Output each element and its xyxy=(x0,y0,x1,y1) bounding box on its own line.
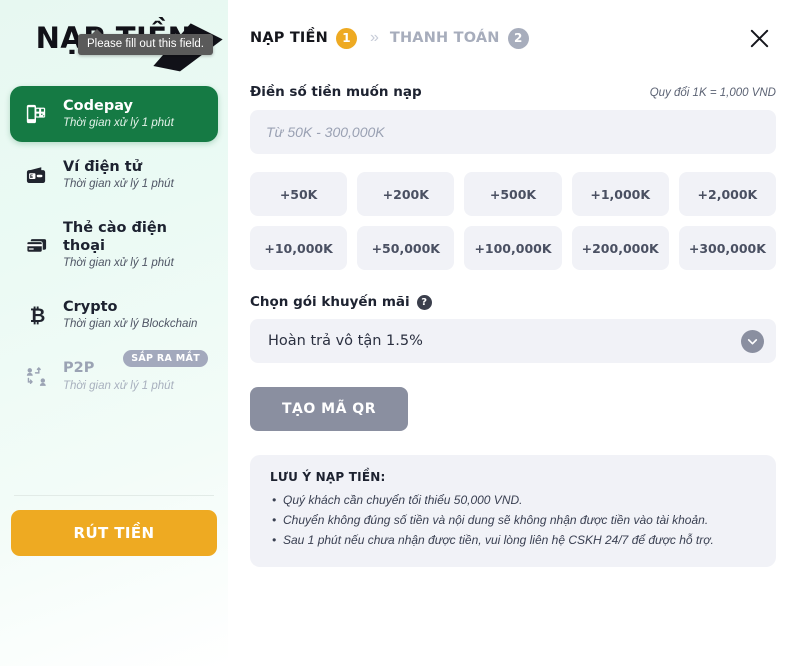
tab-deposit[interactable]: NẠP TIỀN 1 xyxy=(250,27,357,49)
sidebar-item-subtitle: Thời gian xử lý 1 phút xyxy=(63,379,174,392)
step-separator-icon: » xyxy=(369,29,379,46)
promo-label-row: Chọn gói khuyến mãi ? xyxy=(250,294,776,310)
wallet-icon: E xyxy=(22,161,50,189)
svg-text:₿: ₿ xyxy=(29,304,45,327)
sidebar-divider xyxy=(14,495,214,496)
sidebar-item-title: Crypto xyxy=(63,299,118,316)
quick-amount-button[interactable]: +1,000K xyxy=(571,172,669,216)
cards-icon xyxy=(22,231,50,259)
svg-text:E: E xyxy=(29,173,32,179)
sidebar-item-phone-card[interactable]: Thẻ cào điện thoại Thời gian xử lý 1 phú… xyxy=(10,208,218,282)
notice-list: Quý khách cần chuyển tối thiểu 50,000 VN… xyxy=(270,491,756,550)
p2p-icon xyxy=(22,362,50,390)
sidebar-item-codepay[interactable]: Codepay Thời gian xử lý 1 phút xyxy=(10,86,218,143)
sidebar-item-title: Thẻ cào điện thoại xyxy=(63,220,167,255)
quick-amount-button[interactable]: +200,000K xyxy=(571,226,669,270)
promo-select[interactable]: Hoàn trả vô tận 1.5% xyxy=(250,319,776,363)
tab-deposit-number: 1 xyxy=(335,27,357,49)
sidebar-item-crypto[interactable]: ₿ Crypto Thời gian xử lý Blockchain xyxy=(10,287,218,343)
quick-amount-button[interactable]: +200K xyxy=(357,172,455,216)
notice-item: Chuyển không đúng số tiền và nội dung sẽ… xyxy=(270,511,756,531)
bitcoin-icon: ₿ xyxy=(22,301,50,329)
coming-soon-badge: SẮP RA MẮT xyxy=(123,350,208,368)
sidebar-item-title: Ví điện tử xyxy=(63,159,143,176)
close-icon[interactable] xyxy=(742,21,776,55)
quick-amount-button[interactable]: +100,000K xyxy=(464,226,562,270)
quick-amount-button[interactable]: +10,000K xyxy=(250,226,348,270)
sidebar-item-subtitle: Thời gian xử lý 1 phút xyxy=(63,178,174,191)
quick-amount-button[interactable]: +50K xyxy=(250,172,348,216)
sidebar-item-text: Codepay Thời gian xử lý 1 phút xyxy=(63,97,174,131)
tab-deposit-label: NẠP TIỀN xyxy=(250,30,328,46)
sidebar-item-subtitle: Thời gian xử lý 1 phút xyxy=(63,257,174,270)
quick-amount-button[interactable]: +50,000K xyxy=(357,226,455,270)
sidebar-item-p2p: P2P Thời gian xử lý 1 phút SẮP RA MẮT xyxy=(10,348,218,404)
amount-input[interactable] xyxy=(250,110,776,154)
qr-phone-icon xyxy=(22,100,50,128)
tab-payment-label: THANH TOÁN xyxy=(389,30,500,46)
conversion-rate-note: Quy đổi 1K = 1,000 VND xyxy=(649,87,776,99)
payment-method-list: Codepay Thời gian xử lý 1 phút E Ví điện… xyxy=(0,76,228,409)
step-header: NẠP TIỀN 1 » THANH TOÁN 2 xyxy=(250,18,776,58)
sidebar-item-subtitle: Thời gian xử lý Blockchain xyxy=(63,318,198,331)
notice-title: LƯU Ý NẠP TIỀN: xyxy=(270,470,386,484)
generate-qr-button[interactable]: TẠO MÃ QR xyxy=(250,387,408,431)
sidebar-item-title: Codepay xyxy=(63,98,133,114)
notice-item: Sau 1 phút nếu chưa nhận được tiền, vui … xyxy=(270,531,756,551)
validation-tooltip: Please fill out this field. xyxy=(78,29,213,55)
quick-amount-grid: +50K +200K +500K +1,000K +2,000K +10,000… xyxy=(250,172,776,270)
sidebar-item-subtitle: Thời gian xử lý 1 phút xyxy=(63,117,174,130)
sidebar-item-text: Thẻ cào điện thoại Thời gian xử lý 1 phú… xyxy=(63,219,206,271)
tab-payment[interactable]: THANH TOÁN 2 xyxy=(389,27,529,49)
promo-label: Chọn gói khuyến mãi xyxy=(250,294,410,310)
main-panel: NẠP TIỀN 1 » THANH TOÁN 2 Điền số tiền m… xyxy=(228,0,800,666)
deposit-modal: NẠP TIỀN Please fill out this field. xyxy=(0,0,800,666)
tab-payment-number: 2 xyxy=(507,27,529,49)
chevron-down-icon[interactable] xyxy=(741,329,764,353)
withdraw-button[interactable]: RÚT TIỀN xyxy=(11,510,217,556)
sidebar-item-e-wallet[interactable]: E Ví điện tử Thời gian xử lý 1 phút xyxy=(10,147,218,203)
notice-box: LƯU Ý NẠP TIỀN: Quý khách cần chuyển tối… xyxy=(250,455,776,568)
help-icon[interactable]: ? xyxy=(416,294,432,310)
amount-label-row: Điền số tiền muốn nạp Quy đổi 1K = 1,000… xyxy=(250,84,776,100)
promo-selected-value: Hoàn trả vô tận 1.5% xyxy=(268,333,423,349)
sidebar: NẠP TIỀN Please fill out this field. xyxy=(0,0,228,666)
quick-amount-button[interactable]: +300,000K xyxy=(678,226,776,270)
notice-item: Quý khách cần chuyển tối thiểu 50,000 VN… xyxy=(270,491,756,511)
quick-amount-button[interactable]: +500K xyxy=(464,172,562,216)
sidebar-item-text: Ví điện tử Thời gian xử lý 1 phút xyxy=(63,158,174,192)
quick-amount-button[interactable]: +2,000K xyxy=(678,172,776,216)
amount-label: Điền số tiền muốn nạp xyxy=(250,84,422,100)
sidebar-item-text: Crypto Thời gian xử lý Blockchain xyxy=(63,298,197,332)
